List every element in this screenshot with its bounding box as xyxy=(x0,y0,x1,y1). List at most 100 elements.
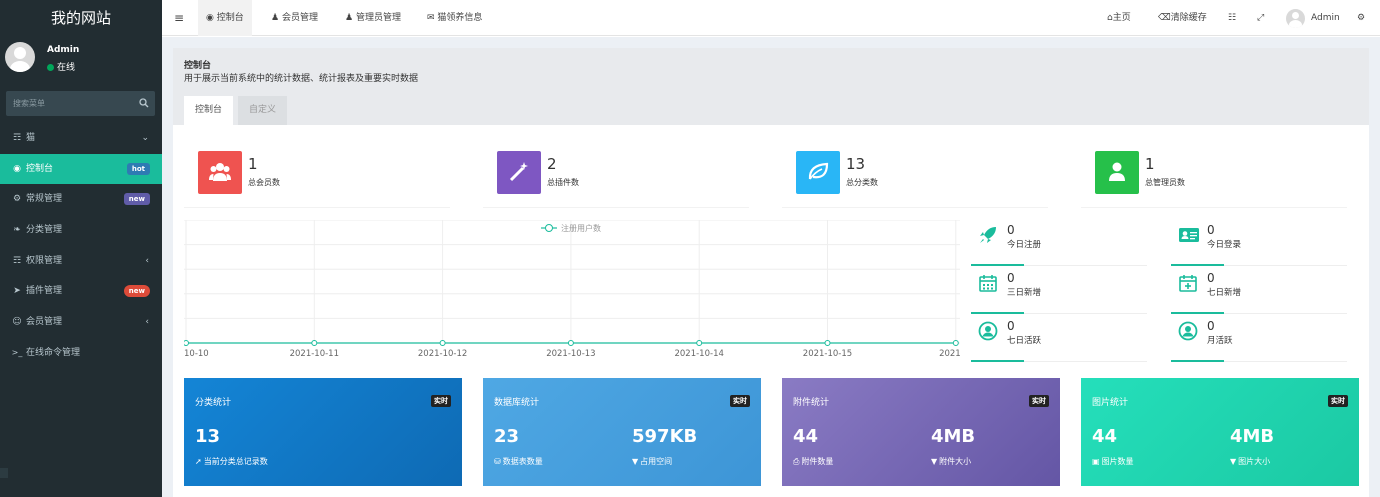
data-point xyxy=(184,340,189,346)
card-label: ➚ 当前分类总记录数 xyxy=(195,456,268,467)
mini-stat-value: 0 xyxy=(1207,271,1215,285)
stat-label: 总会员数 xyxy=(248,178,280,187)
stat-value: 1 xyxy=(1145,155,1155,173)
data-point xyxy=(439,340,446,346)
database-icon: ⛁ xyxy=(494,457,501,466)
x-tick-label: 2021-10-15 xyxy=(803,349,852,359)
sitemap-icon: ☶ xyxy=(12,133,22,143)
mini-stat-value: 0 xyxy=(1207,223,1215,237)
mini-stat-7day-new: 0 七日新增 xyxy=(1171,268,1347,314)
sidebar-item-auth[interactable]: ☶ 权限管理 ‹ xyxy=(0,246,162,277)
data-point xyxy=(567,340,574,346)
tab-label: 猫领养信息 xyxy=(437,13,483,23)
stat-label: 总分类数 xyxy=(846,178,878,187)
mini-stat-label: 今日登录 xyxy=(1207,240,1242,250)
user-status: 在线 xyxy=(47,60,75,73)
mini-stat-label: 三日新增 xyxy=(1007,288,1042,298)
mini-stat-bar xyxy=(971,360,1024,362)
card-label-text: 当前分类总记录数 xyxy=(203,457,268,466)
attach-icon: ⎙ xyxy=(793,457,800,466)
card-value: 4MB xyxy=(931,426,976,447)
mini-stat-7day-active: 0 七日活跃 xyxy=(971,316,1147,362)
home-link[interactable]: ⌂主页 xyxy=(1099,0,1139,36)
card-title: 图片统计 xyxy=(1092,398,1129,408)
admin-menu[interactable]: Admin xyxy=(1303,0,1348,36)
tab-dashboard-panel[interactable]: 控制台 xyxy=(184,96,234,125)
card-image-stats: 图片统计 实时 44 ▣ 图片数量 4MB ▼ 图片大小 xyxy=(1081,378,1359,486)
data-point xyxy=(311,340,318,346)
registration-line-chart: 10-10 2021-10-11 2021-10-12 2021-10-13 2021-… xyxy=(184,220,960,359)
card-label-text: 占用空间 xyxy=(640,457,673,466)
legend-label: 注册用户数 xyxy=(561,223,601,233)
card-attachment-stats: 附件统计 实时 44 ⎙ 附件数量 4MB ▼ 附件大小 xyxy=(782,378,1060,486)
tab-cat-adoption[interactable]: ✉ 猫领养信息 xyxy=(419,0,490,36)
sidebar-item-member[interactable]: ☺ 会员管理 ‹ xyxy=(0,307,162,338)
x-tick-label: 2021-10-11 xyxy=(290,349,339,359)
data-point xyxy=(696,340,703,346)
user-circle-icon xyxy=(1178,321,1198,341)
sidebar-item-plugin[interactable]: ➤ 插件管理 new xyxy=(0,276,162,307)
search-icon[interactable] xyxy=(139,98,149,108)
card-label-text: 数据表数量 xyxy=(502,457,543,466)
mini-stat-value: 0 xyxy=(1007,223,1015,237)
sidebar-item-general[interactable]: ⚙ 常规管理 new xyxy=(0,184,162,215)
language-icon[interactable]: ☷ xyxy=(1220,0,1244,36)
mini-stat-value: 0 xyxy=(1007,319,1015,333)
filter-icon: ▼ xyxy=(931,457,938,466)
home-label: 主页 xyxy=(1112,13,1131,23)
tab-dashboard[interactable]: ◉ 控制台 xyxy=(198,0,252,36)
x-tick-label: 2021-10-12 xyxy=(418,349,467,359)
user-icon: ♟ xyxy=(271,13,280,23)
new-badge: new xyxy=(123,193,150,206)
sidebar-item-label: 插件管理 xyxy=(26,286,63,297)
magic-icon: ➚ xyxy=(195,457,202,466)
site-logo[interactable]: 我的网站 xyxy=(0,0,162,36)
sidebar-item-label: 权限管理 xyxy=(26,255,63,266)
hot-badge: hot xyxy=(126,162,150,175)
search-input[interactable] xyxy=(6,91,131,116)
users-icon xyxy=(198,151,242,194)
tab-member[interactable]: ♟ 会员管理 xyxy=(263,0,326,36)
stat-label: 总管理员数 xyxy=(1145,178,1185,187)
page-title: 控制台 xyxy=(184,61,212,71)
stat-value: 13 xyxy=(846,155,866,173)
realtime-badge: 实时 xyxy=(1029,395,1049,407)
card-database-stats: 数据库统计 实时 23 ⛁ 数据表数量 597KB ▼ 占用空间 xyxy=(483,378,761,486)
calendar-icon xyxy=(979,275,997,292)
settings-icon[interactable]: ⚙ xyxy=(1349,0,1373,36)
sidebar-collapse-handle[interactable] xyxy=(0,468,8,478)
tab-label: 会员管理 xyxy=(281,13,318,23)
clear-cache-button[interactable]: ⌫清除缓存 xyxy=(1150,0,1215,36)
tab-admin[interactable]: ♟ 管理员管理 xyxy=(337,0,409,36)
leaf-icon xyxy=(796,151,840,194)
user-icon: ♟ xyxy=(345,13,354,23)
topbar: ≡ ◉ 控制台 ♟ 会员管理 ♟ 管理员管理 ✉ 猫领养信息 ⌂主页 ⌫清除缓存… xyxy=(162,0,1380,36)
tab-custom[interactable]: 自定义 xyxy=(238,96,288,125)
card-label: ▼ 占用空间 xyxy=(632,456,672,467)
chevron-down-icon: ⌄ xyxy=(141,133,149,143)
card-value: 13 xyxy=(195,426,221,447)
mini-stat-bar xyxy=(1171,264,1224,266)
sidebar-item-cat[interactable]: ☶ 猫 ⌄ xyxy=(0,123,162,154)
sidebar-item-category[interactable]: ❧ 分类管理 xyxy=(0,215,162,246)
x-tick-label: 2021-10-13 xyxy=(546,349,595,359)
fullscreen-icon[interactable]: ⤢ xyxy=(1249,0,1272,36)
user-icon xyxy=(1095,151,1139,194)
x-tick-label: 10-10 xyxy=(184,349,209,359)
card-label: ⛁ 数据表数量 xyxy=(494,456,543,467)
mini-stat-bar xyxy=(971,264,1024,266)
user-status-text: 在线 xyxy=(57,63,76,73)
stat-members: 1 总会员数 xyxy=(184,149,450,208)
sidebar-item-command[interactable]: >_ 在线命令管理 xyxy=(0,338,162,369)
leaf-icon: ❧ xyxy=(13,225,21,236)
card-value: 4MB xyxy=(1230,426,1275,447)
sidebar-item-label: 常规管理 xyxy=(26,194,63,205)
sidebar-item-label: 会员管理 xyxy=(26,317,63,328)
menu-toggle-icon[interactable]: ≡ xyxy=(166,0,192,36)
user-name: Admin xyxy=(47,45,80,55)
sidebar: 我的网站 Admin 在线 ☶ 猫 ⌄ ◉ 控制台 hot ⚙ 常规管理 new ❧ 分类管理… xyxy=(0,0,162,497)
mini-stat-today-login: 0 今日登录 xyxy=(1171,220,1347,266)
sidebar-item-dashboard[interactable]: ◉ 控制台 hot xyxy=(0,153,162,185)
user-panel: Admin 在线 xyxy=(0,36,162,86)
realtime-badge: 实时 xyxy=(730,395,750,407)
